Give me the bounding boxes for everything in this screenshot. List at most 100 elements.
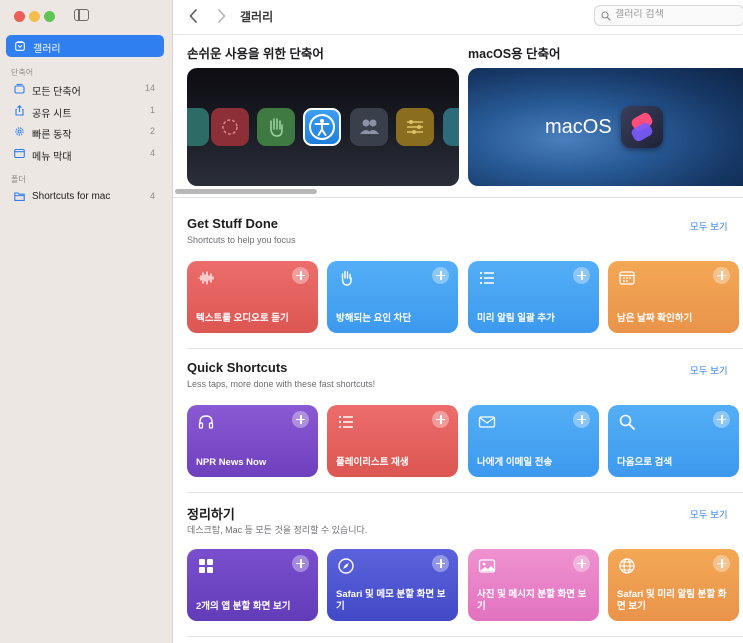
add-shortcut-button[interactable] (573, 267, 590, 284)
horizontal-scrollbar[interactable] (175, 189, 317, 194)
sidebar-item-quick-actions[interactable]: 빠른 동작 2 (6, 122, 164, 142)
sidebar-item-all-shortcuts[interactable]: 모든 단축어 14 (6, 79, 164, 99)
stack-icon (14, 83, 25, 94)
sidebar-item-count: 4 (149, 148, 155, 158)
add-shortcut-button[interactable] (292, 555, 309, 572)
add-shortcut-button[interactable] (573, 555, 590, 572)
share-icon (15, 105, 24, 116)
section-title: Get Stuff Done (187, 216, 278, 231)
list-icon (338, 415, 353, 429)
sidebar: 갤러리 단축어 모든 단축어 14 공유 시트 1 빠른 동작 2 메뉴 막대 … (0, 0, 173, 643)
gallery-icon (15, 41, 25, 51)
add-shortcut-button[interactable] (432, 267, 449, 284)
sidebar-toggle-icon[interactable] (74, 9, 89, 21)
featured-card-macos[interactable]: macOS (468, 68, 743, 186)
see-all-link[interactable]: 모두 보기 (690, 507, 728, 521)
folder-icon (14, 192, 25, 201)
hand-icon (341, 270, 352, 286)
macos-banner-text: macOS (545, 116, 612, 138)
add-shortcut-button[interactable] (713, 267, 730, 284)
search-field[interactable] (594, 5, 743, 26)
search-input[interactable] (615, 9, 739, 20)
zoom-window-button[interactable] (44, 11, 55, 22)
sidebar-item-label: 빠른 동작 (32, 130, 72, 141)
envelope-icon (478, 416, 496, 428)
sidebar-folder-shortcuts-for-mac[interactable]: Shortcuts for mac 4 (6, 187, 164, 207)
shortcut-tile[interactable]: NPR News Now (187, 405, 318, 477)
divider (187, 636, 743, 637)
sliders-icon (396, 108, 434, 146)
shortcut-tile[interactable]: 텍스트를 오디오로 듣기 (187, 261, 318, 333)
tile-label: 미리 알림 일괄 추가 (477, 312, 555, 324)
minimize-window-button[interactable] (29, 11, 40, 22)
shortcut-tile[interactable]: 플레이리스트 재생 (327, 405, 458, 477)
tile-label: 나에게 이메일 전송 (477, 456, 553, 468)
sidebar-item-share-sheet[interactable]: 공유 시트 1 (6, 101, 164, 121)
page-title: 갤러리 (240, 10, 274, 24)
toolbar: 갤러리 (173, 0, 743, 35)
menubar-icon (14, 148, 25, 159)
list-icon (479, 271, 494, 285)
people-icon (350, 108, 388, 146)
featured-card-accessibility[interactable] (187, 68, 459, 186)
globe-icon (619, 558, 635, 574)
search-icon (619, 414, 635, 430)
search-icon (601, 11, 611, 21)
gear-icon (187, 108, 209, 146)
accessibility-icon (303, 108, 341, 146)
back-button[interactable] (187, 8, 201, 24)
shortcut-tile[interactable]: Safari 및 미리 알림 분할 화면 보기 (608, 549, 739, 621)
add-shortcut-button[interactable] (292, 411, 309, 428)
flower-icon (211, 108, 249, 146)
see-all-link[interactable]: 모두 보기 (690, 219, 728, 233)
tile-label: Safari 및 메모 분할 화면 보기 (336, 589, 446, 612)
tile-label: 2개의 앱 분할 화면 보기 (196, 600, 291, 612)
shortcuts-window: 갤러리 단축어 모든 단축어 14 공유 시트 1 빠른 동작 2 메뉴 막대 … (0, 0, 743, 643)
grid-icon (199, 559, 213, 573)
add-shortcut-button[interactable] (292, 267, 309, 284)
waveform-icon (198, 271, 214, 285)
add-shortcut-button[interactable] (432, 411, 449, 428)
shortcut-tile[interactable]: 사진 및 메시지 분할 화면 보기 (468, 549, 599, 621)
add-shortcut-button[interactable] (713, 411, 730, 428)
tile-label: 방해되는 요인 차단 (336, 312, 412, 324)
sidebar-item-label: 메뉴 막대 (32, 152, 72, 163)
section-title: 정리하기 (187, 507, 235, 522)
shortcut-tile[interactable]: 미리 알림 일괄 추가 (468, 261, 599, 333)
sidebar-item-count: 4 (149, 191, 155, 201)
photo-icon (478, 559, 496, 573)
see-all-link[interactable]: 모두 보기 (690, 363, 728, 377)
forward-button[interactable] (214, 8, 228, 24)
divider (187, 492, 743, 493)
sidebar-item-count: 14 (144, 83, 155, 93)
add-shortcut-button[interactable] (713, 555, 730, 572)
app-icon (443, 108, 459, 146)
sidebar-item-count: 2 (149, 126, 155, 136)
section-title: Quick Shortcuts (187, 360, 288, 375)
close-window-button[interactable] (14, 11, 25, 22)
tile-label: 사진 및 메시지 분할 화면 보기 (477, 589, 587, 612)
sidebar-item-label: 모든 단축어 (32, 87, 81, 98)
shortcut-tile[interactable]: Safari 및 메모 분할 화면 보기 (327, 549, 458, 621)
tile-label: 플레이리스트 재생 (336, 456, 409, 468)
section-subtitle: Less taps, more done with these fast sho… (187, 379, 376, 389)
gear-icon (15, 127, 24, 136)
section-label-folders: 폴더 (11, 175, 26, 184)
shortcut-tile[interactable]: 2개의 앱 분할 화면 보기 (187, 549, 318, 621)
tile-label: 남은 날짜 확인하기 (617, 312, 693, 324)
shortcut-tile[interactable]: 나에게 이메일 전송 (468, 405, 599, 477)
divider (173, 197, 743, 198)
shortcut-tile[interactable]: 방해되는 요인 차단 (327, 261, 458, 333)
sidebar-item-label: Shortcuts for mac (32, 191, 111, 202)
tile-label: NPR News Now (196, 456, 267, 468)
sidebar-item-gallery[interactable]: 갤러리 (6, 35, 164, 57)
add-shortcut-button[interactable] (573, 411, 590, 428)
gallery-content: 손쉬운 사용을 위한 단축어 macOS용 단축어 macOS Get Stuf… (173, 35, 743, 643)
shortcut-tile[interactable]: 남은 날짜 확인하기 (608, 261, 739, 333)
add-shortcut-button[interactable] (432, 555, 449, 572)
calendar-icon (619, 271, 635, 285)
tile-label: 텍스트를 오디오로 듣기 (196, 312, 289, 324)
sidebar-item-menu-bar[interactable]: 메뉴 막대 4 (6, 144, 164, 164)
shortcut-tile[interactable]: 다음으로 검색 (608, 405, 739, 477)
sidebar-item-label: 공유 시트 (32, 109, 72, 120)
